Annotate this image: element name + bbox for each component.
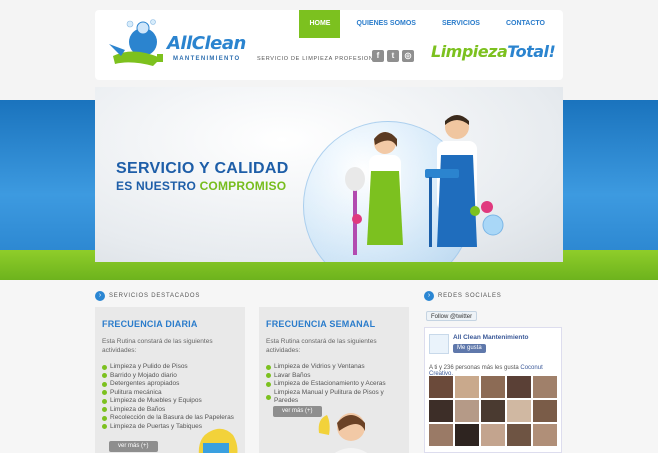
site-header: AllClean MANTENIMIENTO HOME QUIENES SOMO… — [95, 10, 563, 80]
list-item: Limpieza de Muebles y Equipos — [102, 397, 234, 406]
avatar[interactable] — [533, 376, 557, 398]
header-tagline: SERVICIO DE LIMPIEZA PROFESIONAL — [257, 56, 382, 62]
bullet-icon — [102, 415, 107, 421]
avatar[interactable] — [455, 400, 479, 422]
card-title: FRECUENCIA DIARIA — [102, 319, 198, 329]
avatar[interactable] — [455, 424, 479, 446]
list-item: Recolección de la Basura de las Papelera… — [102, 414, 234, 423]
camera-icon[interactable]: ◎ — [402, 50, 414, 62]
avatar[interactable] — [533, 400, 557, 422]
twitter-icon[interactable]: t — [387, 50, 399, 62]
section-header-services: › SERVICIOS DESTACADOS — [95, 291, 200, 301]
avatar[interactable] — [455, 376, 479, 398]
avatar[interactable] — [429, 376, 453, 398]
see-more-button[interactable]: ver más (+) — [109, 441, 158, 452]
avatar[interactable] — [507, 400, 531, 422]
avatar[interactable] — [507, 376, 531, 398]
fb-page-name[interactable]: All Clean Mantenimiento — [453, 334, 528, 341]
bullet-icon — [102, 390, 107, 396]
avatar[interactable] — [481, 424, 505, 446]
main-nav: HOME QUIENES SOMOS SERVICIOS CONTACTO — [293, 10, 555, 38]
nav-item-contacto[interactable]: CONTACTO — [496, 10, 555, 38]
avatar[interactable] — [533, 424, 557, 446]
site-logo[interactable]: AllClean MANTENIMIENTO — [103, 16, 246, 74]
slider-subtitle: ES NUESTRO COMPROMISO — [116, 179, 287, 193]
avatar[interactable] — [429, 400, 453, 422]
bullet-icon — [266, 381, 271, 387]
avatar[interactable] — [429, 424, 453, 446]
bullet-icon — [102, 373, 107, 379]
facebook-widget: All Clean Mantenimiento Me gusta A ti y … — [424, 327, 562, 453]
bullet-icon — [102, 398, 107, 404]
chevron-right-icon: › — [95, 291, 105, 301]
bullet-icon — [102, 381, 107, 387]
nav-item-servicios[interactable]: SERVICIOS — [432, 10, 490, 38]
service-card-weekly: FRECUENCIA SEMANAL Esta Rutina constará … — [259, 307, 409, 453]
logo-subtitle: MANTENIMIENTO — [173, 56, 241, 62]
fb-like-button[interactable]: Me gusta — [453, 344, 486, 353]
nav-item-quienes-somos[interactable]: QUIENES SOMOS — [346, 10, 426, 38]
bullet-icon — [102, 407, 107, 413]
list-item: Barrido y Mojado diario — [102, 372, 234, 381]
bullet-icon — [266, 373, 271, 379]
list-item: Limpieza de Estacionamiento y Aceras — [266, 380, 409, 389]
slider-title: SERVICIO Y CALIDAD — [116, 160, 289, 177]
cleaner-woman-image — [345, 132, 403, 255]
list-item: Lavar Baños — [266, 372, 409, 381]
card-intro: Esta Rutina constará de las siguientes a… — [102, 338, 213, 354]
bullet-icon — [102, 424, 107, 430]
cleaner-thumbs-up-image — [318, 413, 368, 453]
chevron-right-icon: › — [424, 291, 434, 301]
page-thumbnail[interactable] — [429, 334, 449, 354]
list-item: Detergentes apropiados — [102, 380, 234, 389]
list-item: Limpieza y Pulido de Pisos — [102, 363, 234, 372]
fb-faces-grid — [429, 376, 557, 446]
cleaning-glove-image — [198, 428, 238, 453]
card-list: Limpieza y Pulido de Pisos Barrido y Moj… — [102, 363, 234, 431]
list-item: Limpieza de Vidrios y Ventanas — [266, 363, 409, 372]
cleaner-man-image — [425, 115, 504, 247]
header-social-icons: f t ◎ — [372, 50, 417, 62]
avatar[interactable] — [507, 424, 531, 446]
nav-item-home[interactable]: HOME — [299, 10, 341, 38]
limpieza-total-logo: LimpiezaTotal! — [431, 42, 556, 61]
hero-slider: SERVICIO Y CALIDAD ES NUESTRO COMPROMISO — [95, 87, 563, 262]
bullet-icon — [102, 364, 107, 370]
bullet-icon — [266, 394, 271, 400]
list-item: Pulitura mecánica — [102, 389, 234, 398]
twitter-follow-button[interactable]: Follow @twitter — [426, 311, 478, 321]
card-intro: Esta Rutina constará de las siguientes a… — [266, 338, 377, 354]
avatar[interactable] — [481, 376, 505, 398]
logo-wordmark: AllClean — [167, 33, 246, 54]
facebook-icon[interactable]: f — [372, 50, 384, 62]
avatar[interactable] — [481, 400, 505, 422]
card-list: Limpieza de Vidrios y Ventanas Lavar Bañ… — [266, 363, 409, 406]
card-title: FRECUENCIA SEMANAL — [266, 319, 376, 329]
list-item: Limpieza de Baños — [102, 406, 234, 415]
bullet-icon — [266, 364, 271, 370]
section-header-social: › REDES SOCIALES — [424, 291, 502, 301]
service-card-daily: FRECUENCIA DIARIA Esta Rutina constará d… — [95, 307, 245, 453]
